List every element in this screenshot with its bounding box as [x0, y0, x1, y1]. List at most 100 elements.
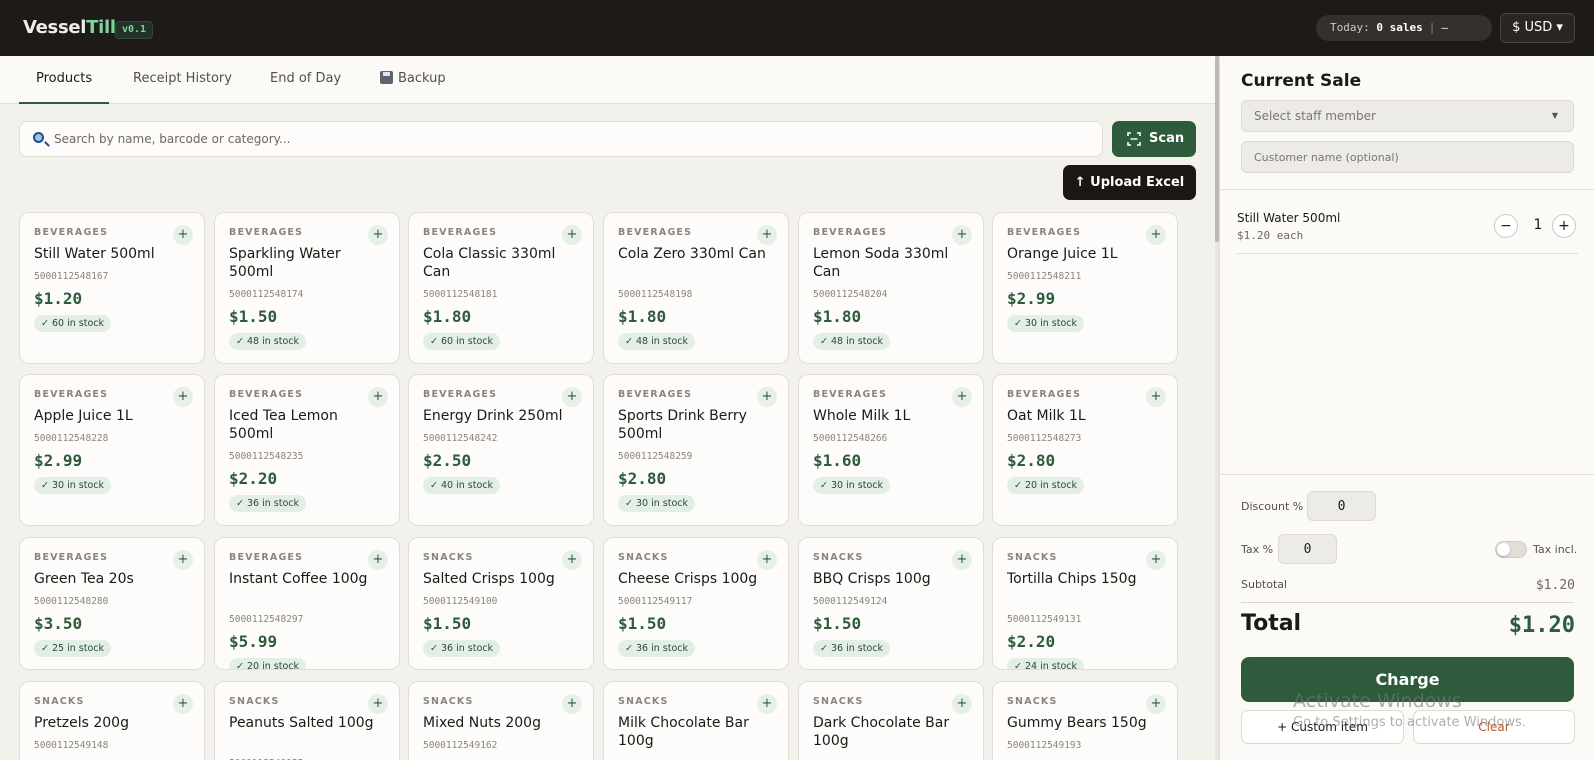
add-to-sale-button[interactable]: +	[562, 387, 582, 407]
product-card[interactable]: BEVERAGES + Iced Tea Lemon 500ml 5000112548…	[214, 374, 400, 526]
product-card[interactable]: SNACKS + BBQ Crisps 100g 5000112549124 $1.50…	[798, 537, 984, 670]
search-input[interactable]	[54, 122, 1094, 156]
stock-badge: ✓ 36 in stock	[229, 495, 306, 512]
add-to-sale-button[interactable]: +	[952, 225, 972, 245]
product-card[interactable]: SNACKS + Dark Chocolate Bar 100g	[798, 681, 984, 760]
add-to-sale-button[interactable]: +	[952, 694, 972, 714]
product-barcode: 5000112548211	[1007, 271, 1082, 282]
product-category: SNACKS	[1007, 552, 1058, 563]
search-bar	[19, 121, 1103, 157]
product-name: Lemon Soda 330ml Can	[813, 246, 949, 280]
add-to-sale-button[interactable]: +	[757, 225, 777, 245]
floppy-disk-icon	[380, 71, 393, 84]
product-card[interactable]: BEVERAGES + Sports Drink Berry 500ml 500011…	[603, 374, 789, 526]
product-card[interactable]: SNACKS + Mixed Nuts 200g 5000112549162	[408, 681, 594, 760]
add-to-sale-button[interactable]: +	[368, 694, 388, 714]
product-name: Green Tea 20s	[34, 571, 134, 587]
decrease-qty-button[interactable]: −	[1494, 214, 1518, 238]
increase-qty-button[interactable]: +	[1552, 214, 1576, 238]
tax-inclusive-toggle[interactable]	[1495, 541, 1527, 558]
stock-badge: ✓ 60 in stock	[34, 315, 111, 332]
add-to-sale-button[interactable]: +	[757, 694, 777, 714]
today-sales-pill[interactable]: Today: 0 sales | —	[1316, 15, 1492, 41]
add-to-sale-button[interactable]: +	[952, 550, 972, 570]
discount-input[interactable]	[1307, 491, 1376, 521]
product-card[interactable]: BEVERAGES + Lemon Soda 330ml Can 5000112548…	[798, 212, 984, 364]
product-card[interactable]: BEVERAGES + Cola Zero 330ml Can 50001125481…	[603, 212, 789, 364]
product-card[interactable]: BEVERAGES + Green Tea 20s 5000112548280 $3.5…	[19, 537, 205, 670]
product-name: Cheese Crisps 100g	[618, 571, 758, 587]
product-card[interactable]: BEVERAGES + Whole Milk 1L 5000112548266 $1.6…	[798, 374, 984, 526]
add-to-sale-button[interactable]: +	[173, 550, 193, 570]
product-card[interactable]: BEVERAGES + Instant Coffee 100g 50001125482…	[214, 537, 400, 670]
add-to-sale-button[interactable]: +	[173, 694, 193, 714]
tab-end-of-day[interactable]: End of Day	[270, 56, 341, 104]
product-name: Iced Tea Lemon 500ml	[229, 408, 338, 442]
stock-badge: ✓ 20 in stock	[1007, 477, 1084, 494]
product-card[interactable]: SNACKS + Tortilla Chips 150g 5000112549131 $…	[992, 537, 1178, 670]
add-to-sale-button[interactable]: +	[368, 550, 388, 570]
charge-button[interactable]: Charge	[1241, 657, 1574, 702]
product-barcode: 5000112549131	[1007, 614, 1082, 625]
upload-excel-button[interactable]: ↑ Upload Excel	[1063, 165, 1196, 200]
product-price: $1.20	[34, 289, 83, 308]
add-to-sale-button[interactable]: +	[757, 387, 777, 407]
custom-item-button[interactable]: + Custom item	[1241, 710, 1404, 744]
staff-select[interactable]: Select staff member ▼	[1241, 100, 1574, 132]
tab-products[interactable]: Products	[19, 56, 110, 104]
add-to-sale-button[interactable]: +	[562, 225, 582, 245]
product-price: $1.80	[423, 307, 472, 326]
product-name: Orange Juice 1L	[1007, 246, 1118, 262]
product-card[interactable]: BEVERAGES + Apple Juice 1L 5000112548228 $2.…	[19, 374, 205, 526]
product-category: BEVERAGES	[229, 227, 304, 238]
current-sale-panel: Current Sale Select staff member▼ Still …	[1219, 56, 1594, 760]
product-card[interactable]: BEVERAGES + Orange Juice 1L 5000112548211 $2…	[992, 212, 1178, 364]
product-card[interactable]: SNACKS + Salted Crisps 100g 5000112549100 $1…	[408, 537, 594, 670]
add-to-sale-button[interactable]: +	[368, 387, 388, 407]
add-to-sale-button[interactable]: +	[952, 387, 972, 407]
product-name: Dark Chocolate Bar 100g	[813, 715, 950, 749]
product-card[interactable]: SNACKS + Gummy Bears 150g 5000112549193	[992, 681, 1178, 760]
add-to-sale-button[interactable]: +	[562, 550, 582, 570]
product-price: $1.50	[618, 614, 667, 633]
add-to-sale-button[interactable]: +	[173, 225, 193, 245]
product-price: $3.50	[34, 614, 83, 633]
product-name: Sparkling Water 500ml	[229, 246, 341, 280]
product-barcode: 5000112548242	[423, 433, 498, 444]
add-to-sale-button[interactable]: +	[1146, 225, 1166, 245]
add-to-sale-button[interactable]: +	[173, 387, 193, 407]
tab-receipt-history[interactable]: Receipt History	[133, 56, 232, 104]
add-to-sale-button[interactable]: +	[1146, 550, 1166, 570]
stock-badge: ✓ 20 in stock	[229, 658, 306, 669]
line-item-qty: 1	[1533, 217, 1543, 233]
customer-name-input[interactable]	[1241, 141, 1574, 173]
tax-input[interactable]	[1278, 534, 1337, 564]
clear-sale-button[interactable]: Clear	[1413, 710, 1575, 744]
divider	[1220, 189, 1594, 190]
add-to-sale-button[interactable]: +	[757, 550, 777, 570]
product-card[interactable]: SNACKS + Pretzels 200g 5000112549148	[19, 681, 205, 760]
add-to-sale-button[interactable]: +	[368, 225, 388, 245]
stock-badge: ✓ 48 in stock	[618, 333, 695, 350]
product-card[interactable]: BEVERAGES + Sparkling Water 500ml 500011254…	[214, 212, 400, 364]
add-to-sale-button[interactable]: +	[1146, 387, 1166, 407]
product-price: $1.50	[229, 307, 278, 326]
product-category: BEVERAGES	[229, 389, 304, 400]
total-value: $1.20	[1508, 613, 1575, 638]
product-card[interactable]: BEVERAGES + Oat Milk 1L 5000112548273 $2.80 ✓…	[992, 374, 1178, 526]
product-card[interactable]: SNACKS+Peanuts Salted 100g5000112549155	[214, 681, 400, 760]
add-to-sale-button[interactable]: +	[1146, 694, 1166, 714]
product-card[interactable]: SNACKS + Milk Chocolate Bar 100g	[603, 681, 789, 760]
product-price: $1.60	[813, 451, 862, 470]
tab-backup[interactable]: Backup	[380, 56, 446, 104]
add-to-sale-button[interactable]: +	[562, 694, 582, 714]
product-card[interactable]: BEVERAGES + Cola Classic 330ml Can 50001125…	[408, 212, 594, 364]
currency-select[interactable]: $ USD ▾	[1500, 13, 1575, 43]
product-name: Salted Crisps 100g	[423, 571, 555, 587]
product-card[interactable]: SNACKS + Cheese Crisps 100g 5000112549117 $1…	[603, 537, 789, 670]
product-category: SNACKS	[1007, 696, 1058, 707]
product-card[interactable]: BEVERAGES + Energy Drink 250ml 500011254824…	[408, 374, 594, 526]
product-name: Oat Milk 1L	[1007, 408, 1086, 424]
product-card[interactable]: BEVERAGES + Still Water 500ml 5000112548167…	[19, 212, 205, 364]
scan-button[interactable]: Scan	[1112, 121, 1196, 157]
